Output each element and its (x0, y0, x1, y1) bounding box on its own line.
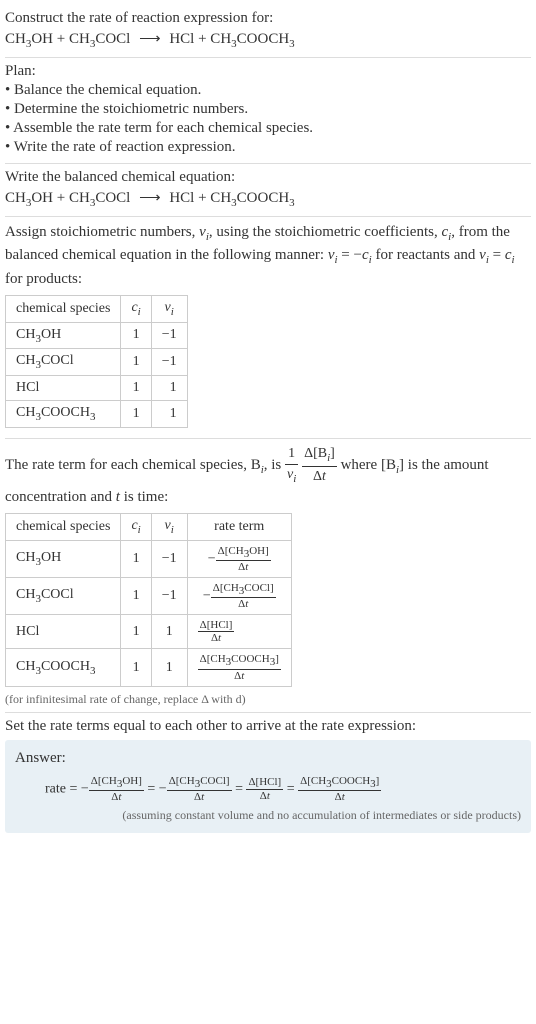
table-header: ci (121, 295, 151, 322)
table-header-row: chemical species ci νi (6, 295, 188, 322)
species-cell: CH3COOCH3 (6, 401, 121, 428)
table-row: CH3COOCH3 1 1 Δ[CH3COOCH3]Δt (6, 649, 292, 686)
species-cell: CH3COOCH3 (6, 649, 121, 686)
nu-cell: −1 (151, 577, 187, 614)
fraction: Δ[CH3COOCH3]Δt (198, 653, 281, 681)
table-row: HCl 1 1 Δ[HCl]Δt (6, 615, 292, 649)
nu-cell: −1 (151, 349, 187, 376)
nu-cell: 1 (151, 649, 187, 686)
table-header: ci (121, 513, 151, 540)
c-cell: 1 (121, 401, 151, 428)
species-cell: HCl (6, 376, 121, 401)
rate-term-cell: −Δ[CH3OH]Δt (187, 540, 291, 577)
rate-term-text: The rate term for each chemical species,… (5, 444, 531, 508)
rate-term-cell: Δ[CH3COOCH3]Δt (187, 649, 291, 686)
table-header: chemical species (6, 513, 121, 540)
fraction: Δ[CH3OH]Δt (89, 775, 144, 803)
rate-term-section: The rate term for each chemical species,… (5, 439, 531, 713)
arrow-icon: ⟶ (139, 29, 161, 48)
arrow-icon: ⟶ (139, 188, 161, 207)
fraction: Δ[CH3COCl]Δt (211, 582, 276, 610)
balanced-section: Write the balanced chemical equation: CH… (5, 164, 531, 217)
plan-item: • Determine the stoichiometric numbers. (5, 101, 531, 118)
answer-label: Answer: (15, 750, 521, 767)
assumption-note: (assuming constant volume and no accumul… (15, 808, 521, 823)
fraction: Δ[HCl]Δt (198, 619, 235, 644)
c-cell: 1 (121, 322, 151, 349)
species-cell: HCl (6, 615, 121, 649)
rate-term-cell: Δ[HCl]Δt (187, 615, 291, 649)
species-cell: CH3COCl (6, 577, 121, 614)
intro-section: Construct the rate of reaction expressio… (5, 5, 531, 58)
balanced-heading: Write the balanced chemical equation: (5, 169, 531, 186)
table-header: νi (151, 295, 187, 322)
rate-expression: rate = −Δ[CH3OH]Δt = −Δ[CH3COCl]Δt = Δ[H… (45, 775, 521, 803)
c-cell: 1 (121, 540, 151, 577)
fraction: Δ[Bi]Δt (302, 444, 337, 487)
reaction-equation: CH3OH + CH3COCl ⟶ HCl + CH3COOCH3 (5, 29, 531, 50)
rate-term-table: chemical species ci νi rate term CH3OH 1… (5, 513, 292, 687)
fraction: Δ[CH3OH]Δt (216, 545, 271, 573)
fraction: 1νi (285, 444, 298, 487)
stoich-table: chemical species ci νi CH3OH 1 −1 CH3COC… (5, 295, 188, 428)
c-cell: 1 (121, 577, 151, 614)
c-cell: 1 (121, 349, 151, 376)
nu-cell: −1 (151, 322, 187, 349)
table-row: CH3COOCH3 1 1 (6, 401, 188, 428)
infinitesimal-note: (for infinitesimal rate of change, repla… (5, 692, 531, 707)
fraction: Δ[HCl]Δt (246, 776, 283, 801)
nu-cell: 1 (151, 376, 187, 401)
table-header: rate term (187, 513, 291, 540)
plan-section: Plan: • Balance the chemical equation. •… (5, 58, 531, 164)
fraction: Δ[CH3COCl]Δt (167, 775, 232, 803)
table-row: CH3OH 1 −1 (6, 322, 188, 349)
balanced-equation: CH3OH + CH3COCl ⟶ HCl + CH3COOCH3 (5, 188, 531, 209)
final-section: Set the rate terms equal to each other t… (5, 713, 531, 838)
species-cell: CH3OH (6, 540, 121, 577)
stoich-text: Assign stoichiometric numbers, νi, using… (5, 222, 531, 290)
nu-cell: 1 (151, 615, 187, 649)
table-header: νi (151, 513, 187, 540)
construct-label: Construct the rate of reaction expressio… (5, 10, 531, 27)
c-cell: 1 (121, 649, 151, 686)
plan-item: • Write the rate of reaction expression. (5, 139, 531, 156)
plan-item: • Assemble the rate term for each chemic… (5, 120, 531, 137)
c-cell: 1 (121, 376, 151, 401)
table-row: CH3COCl 1 −1 −Δ[CH3COCl]Δt (6, 577, 292, 614)
table-row: HCl 1 1 (6, 376, 188, 401)
table-row: CH3OH 1 −1 −Δ[CH3OH]Δt (6, 540, 292, 577)
plan-heading: Plan: (5, 63, 531, 80)
stoich-section: Assign stoichiometric numbers, νi, using… (5, 217, 531, 439)
nu-cell: −1 (151, 540, 187, 577)
rate-term-cell: −Δ[CH3COCl]Δt (187, 577, 291, 614)
species-cell: CH3COCl (6, 349, 121, 376)
nu-cell: 1 (151, 401, 187, 428)
species-cell: CH3OH (6, 322, 121, 349)
final-heading: Set the rate terms equal to each other t… (5, 718, 531, 735)
c-cell: 1 (121, 615, 151, 649)
plan-item: • Balance the chemical equation. (5, 82, 531, 99)
answer-box: Answer: rate = −Δ[CH3OH]Δt = −Δ[CH3COCl]… (5, 740, 531, 833)
table-row: CH3COCl 1 −1 (6, 349, 188, 376)
table-header-row: chemical species ci νi rate term (6, 513, 292, 540)
table-header: chemical species (6, 295, 121, 322)
fraction: Δ[CH3COOCH3]Δt (298, 775, 381, 803)
